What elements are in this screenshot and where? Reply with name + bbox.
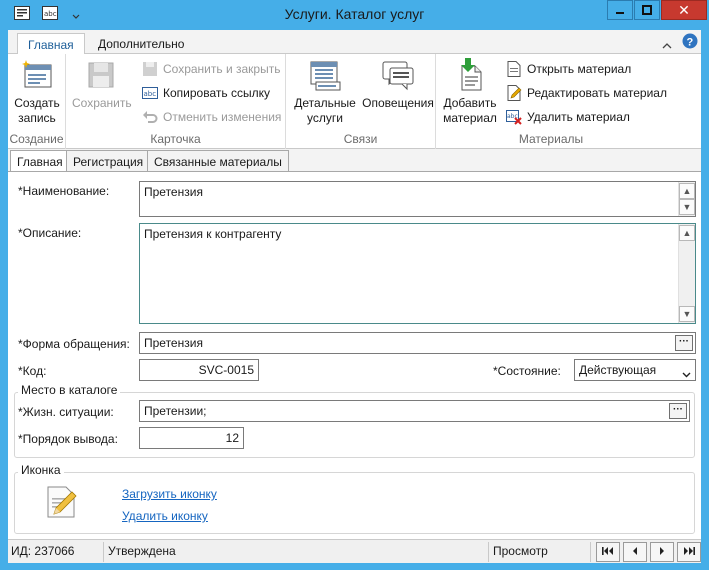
- help-icon[interactable]: ?: [682, 33, 698, 52]
- upload-icon-link[interactable]: Загрузить иконку: [122, 487, 217, 501]
- name-field[interactable]: Претензия ▲ ▼: [139, 181, 696, 217]
- ribbon-tab-additional[interactable]: Дополнительно: [88, 33, 194, 55]
- collapse-ribbon-icon[interactable]: [662, 38, 672, 52]
- ribbon-tab-home[interactable]: Главная: [17, 33, 85, 55]
- first-record-button[interactable]: [596, 542, 620, 562]
- scroll-up-icon[interactable]: ▲: [679, 183, 695, 199]
- status-bar: ИД: 237066 Утверждена Просмотр: [8, 539, 701, 563]
- name-field-scrollbar[interactable]: ▲ ▼: [678, 182, 695, 216]
- save-button[interactable]: Сохранить: [72, 58, 132, 111]
- group-label-materials: Материалы: [518, 132, 584, 146]
- order-field[interactable]: 12: [139, 427, 244, 449]
- minimize-button[interactable]: [607, 0, 633, 20]
- ribbon: Создать запись Создание Сохранить Сохран…: [8, 54, 701, 149]
- client-area: Главная Дополнительно ? Создать запись С…: [8, 30, 701, 563]
- save-and-close-button[interactable]: Сохранить и закрыть: [142, 59, 280, 79]
- new-record-icon: [20, 58, 54, 92]
- close-button[interactable]: ✕: [661, 0, 707, 20]
- status-divider: [488, 542, 489, 562]
- abc-link-icon: abc: [142, 85, 158, 101]
- catalog-place-group-title: Место в каталоге: [18, 383, 121, 397]
- group-label-links: Связи: [343, 132, 378, 146]
- request-form-browse-button[interactable]: ···: [675, 335, 693, 351]
- chevron-down-icon: [682, 367, 691, 381]
- svg-text:?: ?: [687, 37, 694, 49]
- code-label: *Код:: [18, 364, 47, 378]
- scroll-up-icon[interactable]: ▲: [679, 225, 695, 241]
- close-icon: ✕: [678, 1, 690, 18]
- state-select[interactable]: Действующая: [574, 359, 696, 381]
- cancel-changes-button[interactable]: Отменить изменения: [142, 107, 281, 127]
- record-status: Утверждена: [108, 544, 176, 558]
- detail-services-icon: [308, 58, 342, 92]
- form-tab-registration[interactable]: Регистрация: [66, 150, 151, 172]
- save-disk-icon: [84, 58, 118, 92]
- ribbon-group-create: Создать запись Создание: [8, 54, 66, 149]
- notifications-icon: [381, 58, 415, 92]
- delete-document-icon: abc: [506, 109, 522, 125]
- ribbon-group-materials: Добавить материал Открыть материал Редак…: [436, 54, 667, 149]
- edit-material-button[interactable]: Редактировать материал: [506, 83, 667, 103]
- code-field[interactable]: SVC-0015: [139, 359, 259, 381]
- form-tab-strip: Главная Регистрация Связанные материалы: [8, 150, 701, 173]
- life-situation-label: *Жизн. ситуации:: [18, 405, 114, 419]
- description-field-scrollbar[interactable]: ▲ ▼: [678, 224, 695, 323]
- add-material-icon: [453, 58, 487, 92]
- life-situation-browse-button[interactable]: ···: [669, 403, 687, 419]
- copy-link-button[interactable]: abc Копировать ссылку: [142, 83, 270, 103]
- form-main-panel: *Наименование: Претензия ▲ ▼ *Описание: …: [8, 171, 701, 539]
- view-mode: Просмотр: [493, 544, 548, 558]
- notifications-button[interactable]: Оповещения: [362, 58, 434, 111]
- open-document-icon: [506, 61, 522, 77]
- order-label: *Порядок вывода:: [18, 432, 118, 446]
- next-record-button[interactable]: [650, 542, 674, 562]
- form-tab-related-materials[interactable]: Связанные материалы: [147, 150, 289, 172]
- edit-document-icon: [506, 85, 522, 101]
- group-label-create: Создание: [9, 132, 64, 146]
- ribbon-group-links: Детальные услуги Оповещения Связи: [286, 54, 436, 149]
- ribbon-group-card: Сохранить Сохранить и закрыть abc Копиро…: [66, 54, 286, 149]
- scroll-down-icon[interactable]: ▼: [679, 199, 695, 215]
- previous-record-button[interactable]: [623, 542, 647, 562]
- title-bar: abc Услуги. Каталог услуг ✕: [0, 0, 709, 28]
- svg-text:abc: abc: [144, 90, 157, 98]
- description-label: *Описание:: [18, 226, 82, 240]
- delete-icon-link[interactable]: Удалить иконку: [122, 509, 208, 523]
- state-label: *Состояние:: [493, 364, 561, 378]
- scroll-down-icon[interactable]: ▼: [679, 306, 695, 322]
- app-window: abc Услуги. Каталог услуг ✕ Главная Допо…: [0, 0, 709, 570]
- request-form-field[interactable]: Претензия ···: [139, 332, 696, 354]
- status-divider: [103, 542, 104, 562]
- request-form-label: *Форма обращения:: [18, 337, 130, 351]
- undo-icon: [142, 109, 158, 125]
- group-label-card: Карточка: [150, 132, 201, 146]
- ribbon-tab-strip: Главная Дополнительно ?: [8, 30, 701, 55]
- status-divider: [590, 542, 591, 562]
- record-id: ИД: 237066: [11, 544, 75, 558]
- icon-group: [14, 472, 695, 534]
- icon-group-title: Иконка: [18, 463, 64, 477]
- description-field[interactable]: Претензия к контрагенту ▲ ▼: [139, 223, 696, 324]
- add-material-button[interactable]: Добавить материал: [440, 58, 500, 126]
- delete-material-button[interactable]: abc Удалить материал: [506, 107, 630, 127]
- document-edit-icon: [44, 484, 80, 523]
- create-record-button[interactable]: Создать запись: [10, 58, 64, 126]
- window-title: Услуги. Каталог услуг: [284, 6, 425, 22]
- save-close-icon: [142, 61, 158, 77]
- maximize-button[interactable]: [634, 0, 660, 20]
- last-record-button[interactable]: [677, 542, 701, 562]
- detail-services-button[interactable]: Детальные услуги: [290, 58, 360, 126]
- form-tab-main[interactable]: Главная: [10, 150, 70, 173]
- life-situation-field[interactable]: Претензии; ···: [139, 400, 690, 422]
- name-label: *Наименование:: [18, 184, 110, 198]
- open-material-button[interactable]: Открыть материал: [506, 59, 631, 79]
